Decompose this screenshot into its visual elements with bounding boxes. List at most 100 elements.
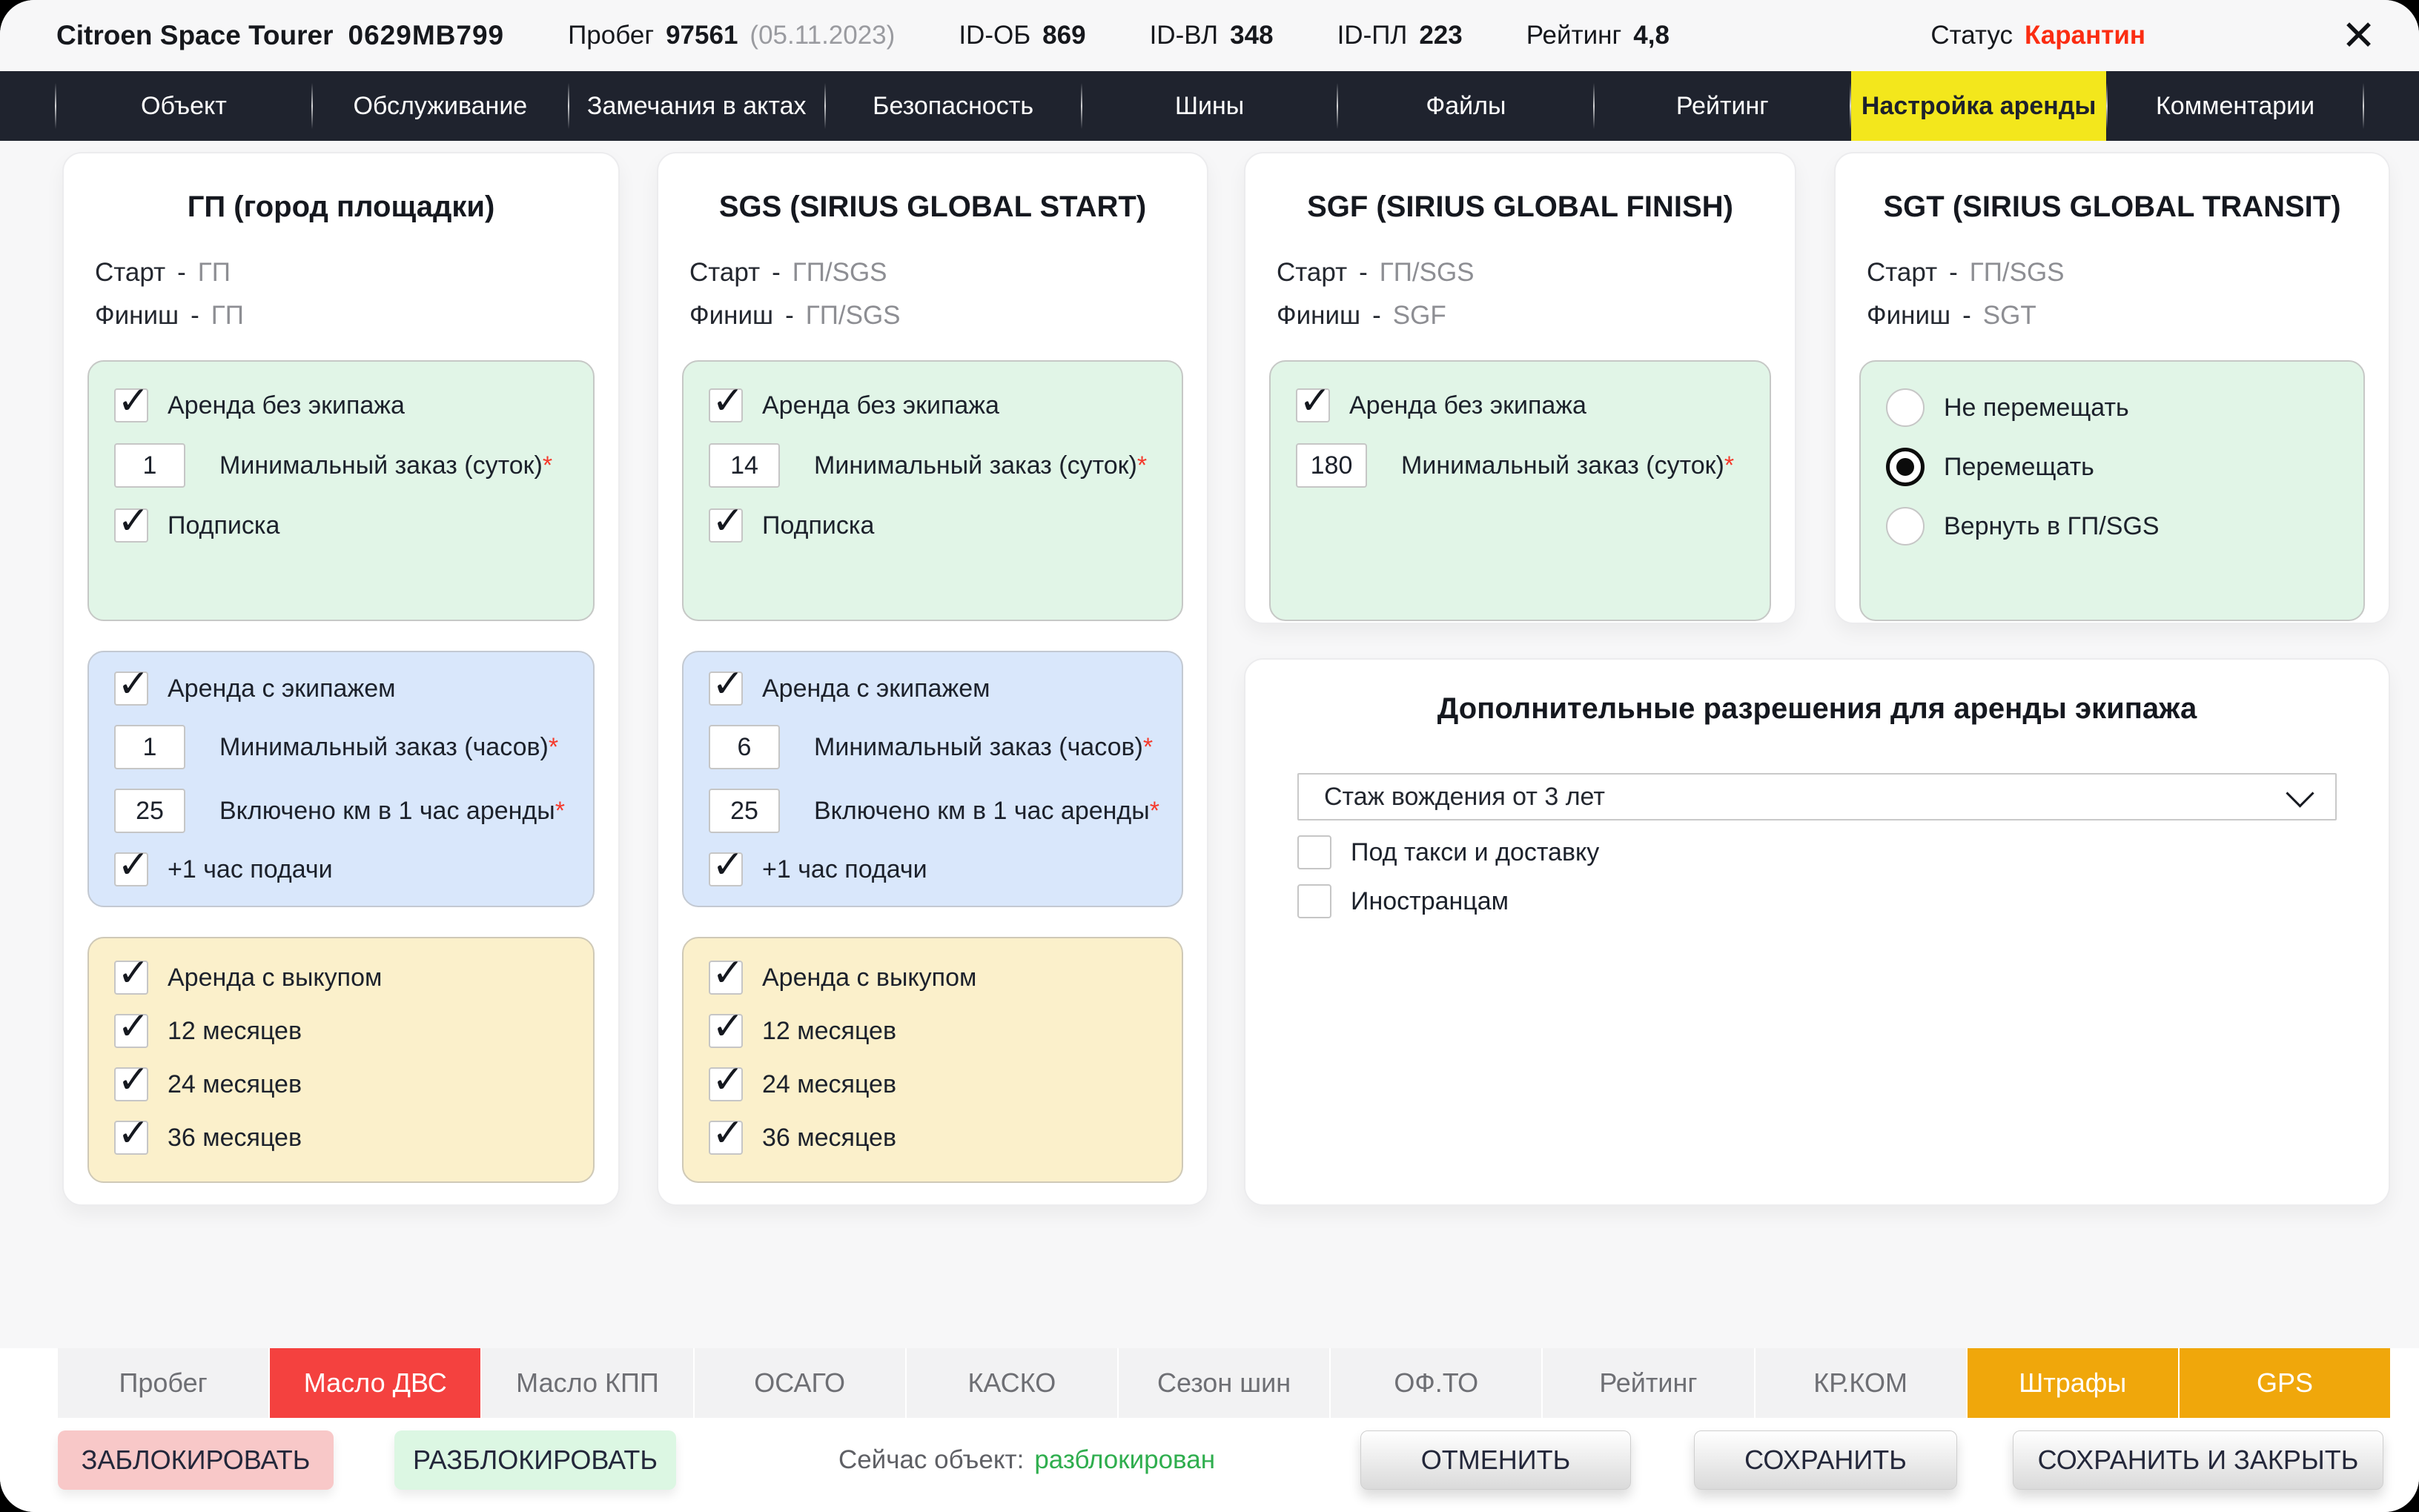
tab-mileage[interactable]: Пробег bbox=[58, 1348, 268, 1418]
save-button[interactable]: СОХРАНИТЬ bbox=[1694, 1430, 1957, 1490]
included-km-input[interactable] bbox=[114, 789, 185, 833]
car-title: Citroen Space Tourer bbox=[56, 20, 334, 51]
route-finish: Финиш - SGT bbox=[1867, 301, 2365, 331]
card-title: ГП (город площадки) bbox=[87, 190, 595, 224]
tab-comments[interactable]: Комментарии bbox=[2108, 71, 2363, 141]
tab-tire-season[interactable]: Сезон шин bbox=[1119, 1348, 1329, 1418]
route-finish-label: Финиш bbox=[95, 301, 179, 331]
check-icon: ✓ bbox=[712, 382, 744, 420]
tab-engine-oil[interactable]: Масло ДВС bbox=[270, 1348, 480, 1418]
tab-rating[interactable]: Рейтинг bbox=[1595, 71, 1850, 141]
tab-rating-bottom[interactable]: Рейтинг bbox=[1543, 1348, 1753, 1418]
min-order-days-input[interactable] bbox=[114, 443, 185, 488]
months-36-checkbox[interactable]: ✓ bbox=[114, 1121, 148, 1155]
rent-no-crew-row: ✓ Аренда без экипажа bbox=[1296, 388, 1744, 422]
save-and-close-button[interactable]: СОХРАНИТЬ И ЗАКРЫТЬ bbox=[2013, 1430, 2383, 1490]
route-start-value: ГП/SGS bbox=[792, 258, 887, 288]
rent-no-crew-checkbox[interactable]: ✓ bbox=[709, 388, 743, 422]
included-km-input[interactable] bbox=[709, 789, 780, 833]
route-finish-value: SGF bbox=[1393, 301, 1446, 331]
card-sgs: SGS (SIRIUS GLOBAL START) Старт - ГП/SGS… bbox=[657, 152, 1208, 1206]
months-12-label: 12 месяцев bbox=[168, 1017, 302, 1046]
main-tab-bar: Объект Обслуживание Замечания в актах Бе… bbox=[0, 71, 2419, 141]
check-icon: ✓ bbox=[117, 954, 150, 992]
rent-with-crew-checkbox[interactable]: ✓ bbox=[709, 672, 743, 706]
tab-files[interactable]: Файлы bbox=[1338, 71, 1593, 141]
id-vl-value: 348 bbox=[1230, 21, 1273, 50]
months-24-checkbox[interactable]: ✓ bbox=[709, 1067, 743, 1101]
min-hours-row: Минимальный заказ (часов)* bbox=[114, 725, 568, 769]
rent-with-crew-row: ✓ Аренда с экипажем bbox=[709, 672, 1156, 706]
tab-osago[interactable]: ОСАГО bbox=[695, 1348, 905, 1418]
min-order-days-input[interactable] bbox=[1296, 443, 1367, 488]
plus-hour-label: +1 час подачи bbox=[168, 855, 333, 884]
id-pl-stat: ID-ПЛ 223 bbox=[1337, 21, 1463, 50]
required-asterisk: * bbox=[1724, 451, 1734, 480]
radio-return-to-gp-sgs[interactable] bbox=[1886, 507, 1925, 546]
plus-hour-checkbox[interactable]: ✓ bbox=[709, 852, 743, 886]
id-ob-label: ID-ОБ bbox=[959, 21, 1030, 50]
route-finish: Финиш - ГП bbox=[95, 301, 595, 331]
car-title-group: Citroen Space Tourer 0629MB799 bbox=[56, 20, 504, 51]
buyout-label: Аренда с выкупом bbox=[762, 964, 976, 992]
radio-do-not-move-label: Не перемещать bbox=[1944, 394, 2129, 422]
tab-service[interactable]: Обслуживание bbox=[313, 71, 568, 141]
radio-do-not-move[interactable] bbox=[1886, 388, 1925, 427]
plus-hour-checkbox[interactable]: ✓ bbox=[114, 852, 148, 886]
tab-kasko[interactable]: КАСКО bbox=[907, 1348, 1117, 1418]
rent-no-crew-checkbox[interactable]: ✓ bbox=[1296, 388, 1330, 422]
radio-move-label: Перемещать bbox=[1944, 453, 2094, 482]
subscription-checkbox[interactable]: ✓ bbox=[114, 508, 148, 543]
tab-fines[interactable]: Штрафы bbox=[1968, 1348, 2178, 1418]
route-start-value: ГП/SGS bbox=[1380, 258, 1475, 288]
min-order-hours-input[interactable] bbox=[709, 725, 780, 769]
rent-no-crew-label: Аренда без экипажа bbox=[1349, 391, 1586, 420]
radio-return-to-gp-sgs-label: Вернуть в ГП/SGS bbox=[1944, 512, 2160, 541]
cancel-button[interactable]: ОТМЕНИТЬ bbox=[1360, 1430, 1631, 1490]
months-12-checkbox[interactable]: ✓ bbox=[114, 1014, 148, 1048]
taxi-delivery-checkbox[interactable] bbox=[1297, 835, 1331, 869]
id-vl-label: ID-ВЛ bbox=[1150, 21, 1219, 50]
tab-gps[interactable]: GPS bbox=[2180, 1348, 2390, 1418]
card-title: SGF (SIRIUS GLOBAL FINISH) bbox=[1269, 190, 1771, 224]
unblock-button[interactable]: РАЗБЛОКИРОВАТЬ bbox=[394, 1430, 676, 1490]
min-hours-label: Минимальный заказ (часов)* bbox=[219, 733, 558, 762]
taxi-delivery-label: Под такси и доставку bbox=[1351, 838, 1599, 867]
min-order-hours-input[interactable] bbox=[114, 725, 185, 769]
rent-no-crew-checkbox[interactable]: ✓ bbox=[114, 388, 148, 422]
months-36-row: ✓ 36 месяцев bbox=[709, 1121, 1156, 1155]
buyout-checkbox[interactable]: ✓ bbox=[114, 961, 148, 995]
tab-object[interactable]: Объект bbox=[56, 71, 311, 141]
route-finish-value: SGT bbox=[1983, 301, 2036, 331]
close-button[interactable]: ✕ bbox=[2331, 15, 2386, 56]
plus-hour-row: ✓ +1 час подачи bbox=[709, 852, 1156, 886]
tab-rental-settings[interactable]: Настройка аренды bbox=[1851, 71, 2106, 141]
plus-hour-label: +1 час подачи bbox=[762, 855, 927, 884]
tab-act-notes[interactable]: Замечания в актах bbox=[569, 71, 824, 141]
mileage-label: Пробег bbox=[568, 21, 654, 50]
tab-kr-kom[interactable]: КР.КОМ bbox=[1755, 1348, 1966, 1418]
months-36-checkbox[interactable]: ✓ bbox=[709, 1121, 743, 1155]
block-button[interactable]: ЗАБЛОКИРОВАТЬ bbox=[58, 1430, 334, 1490]
no-crew-box: ✓ Аренда без экипажа Минимальный заказ (… bbox=[87, 360, 595, 621]
tab-of-to[interactable]: ОФ.ТО bbox=[1331, 1348, 1541, 1418]
months-12-checkbox[interactable]: ✓ bbox=[709, 1014, 743, 1048]
months-12-row: ✓ 12 месяцев bbox=[709, 1014, 1156, 1048]
required-asterisk: * bbox=[549, 733, 558, 761]
with-crew-box: ✓ Аренда с экипажем Минимальный заказ (ч… bbox=[87, 651, 595, 907]
subscription-checkbox[interactable]: ✓ bbox=[709, 508, 743, 543]
months-24-checkbox[interactable]: ✓ bbox=[114, 1067, 148, 1101]
tab-safety[interactable]: Безопасность bbox=[826, 71, 1081, 141]
driving-experience-select[interactable]: Стаж вождения от 3 лет bbox=[1297, 773, 2337, 820]
rent-with-crew-checkbox[interactable]: ✓ bbox=[114, 672, 148, 706]
required-asterisk: * bbox=[1137, 451, 1147, 480]
min-order-days-input[interactable] bbox=[709, 443, 780, 488]
foreigners-checkbox[interactable] bbox=[1297, 884, 1331, 918]
check-icon: ✓ bbox=[117, 382, 150, 420]
driving-experience-value: Стаж вождения от 3 лет bbox=[1324, 783, 1605, 812]
radio-move[interactable] bbox=[1886, 448, 1925, 486]
tab-tires[interactable]: Шины bbox=[1082, 71, 1337, 141]
buyout-checkbox[interactable]: ✓ bbox=[709, 961, 743, 995]
min-order-row: Минимальный заказ (суток)* bbox=[1296, 443, 1744, 488]
tab-gearbox-oil[interactable]: Масло КПП bbox=[482, 1348, 692, 1418]
